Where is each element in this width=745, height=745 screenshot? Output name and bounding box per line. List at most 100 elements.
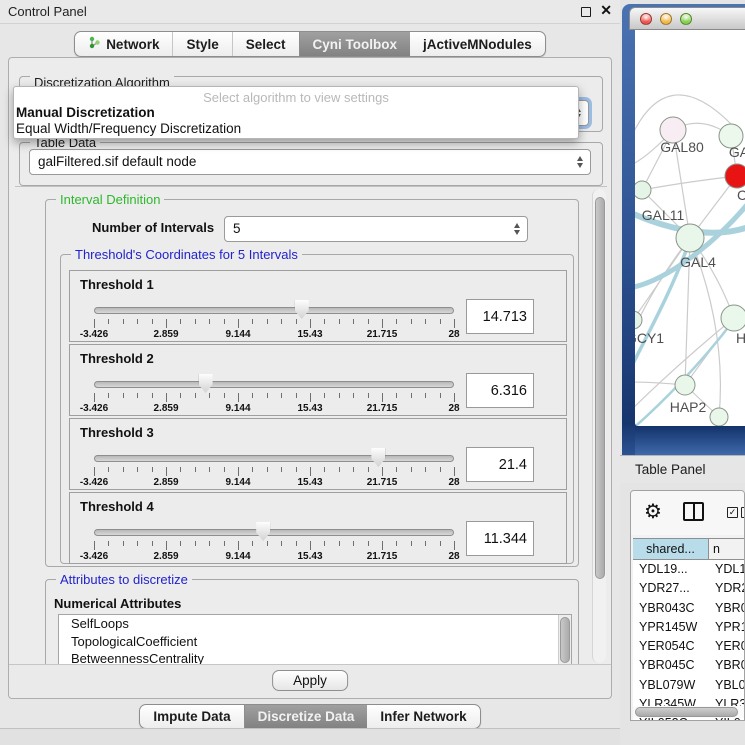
threshold-slider[interactable]: -3.4262.8599.14415.4321.71528 <box>94 373 454 415</box>
network-edge <box>642 176 737 190</box>
minimize-light[interactable] <box>660 13 672 25</box>
scale-tick-label: 15.43 <box>297 551 322 562</box>
threshold-slider[interactable]: -3.4262.8599.14415.4321.71528 <box>94 447 454 489</box>
scale-tick-label: 9.144 <box>225 551 250 562</box>
scale-tick-label: 21.715 <box>367 477 398 488</box>
network-node[interactable] <box>675 375 695 395</box>
slider-thumb-icon[interactable] <box>371 448 385 467</box>
settings-scrollbar[interactable] <box>592 189 606 663</box>
table-row[interactable]: YDL19...YDL1 <box>633 560 745 579</box>
cyni-toolbox-panel: Discretization Algorithm Select algorith… <box>8 57 612 699</box>
menu-item-equal-width-frequency-discretization[interactable]: Equal Width/Frequency Discretization <box>14 121 578 137</box>
scale-tick-label: 28 <box>448 329 459 340</box>
scale-tick-label: 15.43 <box>297 403 322 414</box>
network-node[interactable] <box>725 164 745 188</box>
settings-scroll-viewport: Interval Definition Number of Intervals … <box>15 186 607 666</box>
scale-tick-label: 9.144 <box>225 477 250 488</box>
threshold-slider[interactable]: -3.4262.8599.14415.4321.71528 <box>94 521 454 563</box>
scale-tick-label: 15.43 <box>297 477 322 488</box>
network-window-titlebar[interactable] <box>629 7 745 30</box>
slider-thumb-icon[interactable] <box>256 522 270 541</box>
tab-infer-network[interactable]: Infer Network <box>367 705 479 728</box>
scale-tick-label: 28 <box>448 477 459 488</box>
group-title: Interval Definition <box>56 192 164 207</box>
table-row[interactable]: YBR043CYBR0 <box>633 599 745 618</box>
tab-impute-data[interactable]: Impute Data <box>140 705 243 728</box>
threshold-value-field[interactable] <box>466 299 534 334</box>
table-row[interactable]: YPR145WYPR1 <box>633 618 745 637</box>
tab-cyni-toolbox[interactable]: Cyni Toolbox <box>299 32 411 56</box>
slider-thumb-icon[interactable] <box>199 374 213 393</box>
list-scrollbar[interactable] <box>558 615 571 665</box>
scale-tick-label: -3.426 <box>80 403 108 414</box>
table-data-select[interactable]: galFiltered.sif default node <box>29 149 591 175</box>
table-panel-titlebar: Table Panel <box>620 455 745 483</box>
table-row[interactable]: YDR27...YDR2 <box>633 579 745 598</box>
network-view-canvas[interactable]: GAL80GACGAL11GAL4GCY1HHAP2 <box>635 30 745 426</box>
slider-track[interactable] <box>94 529 454 536</box>
slider-ruler <box>94 393 454 403</box>
panel-title: Control Panel <box>8 4 87 19</box>
split-table-icon[interactable] <box>683 502 704 521</box>
tab-jactivemnodules[interactable]: jActiveMNodules <box>410 32 545 56</box>
table-panel-body: ⚙ ✓ ✓ shared...n YDL19...YDL1YDR27...YDR… <box>630 490 745 721</box>
checkbox-icon[interactable]: ✓ <box>741 507 745 518</box>
scale-tick-label: 28 <box>448 551 459 562</box>
column-header-1[interactable]: shared... <box>633 539 709 559</box>
scale-tick-label: 9.144 <box>225 403 250 414</box>
scale-tick-label: 2.859 <box>153 477 178 488</box>
apply-button[interactable]: Apply <box>272 670 348 691</box>
tab-select[interactable]: Select <box>232 32 299 56</box>
group-title: Threshold's Coordinates for 5 Intervals <box>71 247 302 262</box>
tab-network[interactable]: Network <box>75 32 172 56</box>
table-cell: YDR27... <box>633 579 709 598</box>
node-table: shared...n YDL19...YDL1YDR27...YDR2YBR04… <box>633 538 745 720</box>
network-node[interactable] <box>676 224 704 252</box>
network-node[interactable] <box>710 408 728 426</box>
dropdown-hint: Select algorithm to view settings <box>14 87 578 105</box>
scale-tick-label: -3.426 <box>80 329 108 340</box>
network-window-frame-bottom <box>635 426 745 455</box>
float-icon[interactable] <box>581 7 591 17</box>
close-icon[interactable]: ✕ <box>600 2 612 19</box>
right-area: GAL80GACGAL11GAL4GCY1HHAP2 Table Panel ⚙… <box>620 0 745 745</box>
thresholds-group: Threshold's Coordinates for 5 Intervals … <box>60 254 574 564</box>
slider-track[interactable] <box>94 455 454 462</box>
list-item-selfloops[interactable]: SelfLoops <box>59 615 571 633</box>
zoom-light[interactable] <box>680 13 692 25</box>
slider-track[interactable] <box>94 307 454 314</box>
threshold-row: Threshold 2 -3.4262.8599.14415.4321.7152… <box>69 344 567 416</box>
num-intervals-spinner[interactable]: 5 <box>224 216 528 242</box>
algorithm-dropdown: Select algorithm to view settings Manual… <box>13 86 579 139</box>
table-panel-title: Table Panel <box>635 462 706 477</box>
threshold-value-field[interactable] <box>466 521 534 556</box>
scale-tick-label: 9.144 <box>225 329 250 340</box>
control-panel: Control Panel ✕ NetworkStyleSelectCyni T… <box>0 0 620 745</box>
column-header-2[interactable]: n <box>709 539 745 559</box>
threshold-slider[interactable]: -3.4262.8599.14415.4321.71528 <box>94 299 454 341</box>
slider-thumb-icon[interactable] <box>295 300 309 319</box>
close-light[interactable] <box>640 13 652 25</box>
attributes-list[interactable]: SelfLoopsTopologicalCoefficientBetweenne… <box>58 614 572 666</box>
gear-icon[interactable]: ⚙ <box>644 499 662 524</box>
menu-item-manual-discretization[interactable]: Manual Discretization <box>14 105 578 121</box>
threshold-value-field[interactable] <box>466 447 534 482</box>
tab-style[interactable]: Style <box>172 32 231 56</box>
table-row[interactable]: YER054CYER0 <box>633 637 745 656</box>
network-node[interactable] <box>721 305 745 331</box>
table-cell: YBL0 <box>709 676 745 695</box>
scale-tick-label: 21.715 <box>367 403 398 414</box>
table-hscrollbar[interactable] <box>633 706 745 718</box>
slider-ruler <box>94 319 454 329</box>
checkbox-icon[interactable]: ✓ <box>727 507 738 518</box>
threshold-value-field[interactable] <box>466 373 534 408</box>
list-item-topologicalcoefficient[interactable]: TopologicalCoefficient <box>59 633 571 651</box>
slider-track[interactable] <box>94 381 454 388</box>
table-cell: YBL079W <box>633 676 709 695</box>
tab-discretize-data[interactable]: Discretize Data <box>244 705 368 728</box>
threshold-label: Threshold 4 <box>80 499 154 514</box>
table-row[interactable]: YBL079WYBL0 <box>633 676 745 695</box>
table-row[interactable]: YBR045CYBR0 <box>633 656 745 675</box>
network-node-label: GCY1 <box>635 330 664 346</box>
network-node[interactable] <box>635 181 651 199</box>
